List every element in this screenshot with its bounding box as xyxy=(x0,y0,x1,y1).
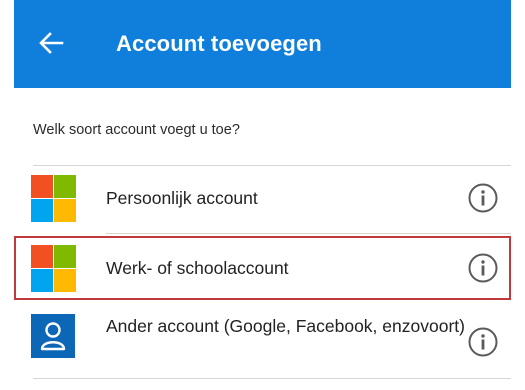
app-bar: Account toevoegen xyxy=(14,0,511,88)
account-type-prompt: Welk soort account voegt u toe? xyxy=(33,122,240,138)
divider xyxy=(33,378,511,379)
account-option-other[interactable]: Ander account (Google, Facebook, enzovoo… xyxy=(14,306,511,372)
microsoft-logo-icon xyxy=(31,245,76,292)
info-icon[interactable] xyxy=(467,252,499,284)
arrow-left-icon[interactable] xyxy=(36,28,66,58)
person-icon xyxy=(31,314,75,358)
account-option-label: Ander account (Google, Facebook, enzovoo… xyxy=(106,316,465,336)
account-option-personal[interactable]: Persoonlijk account xyxy=(14,166,511,230)
microsoft-logo-icon xyxy=(31,175,76,222)
info-icon[interactable] xyxy=(467,182,499,214)
add-account-screen: Account toevoegen Welk soort account voe… xyxy=(0,0,525,390)
page-title: Account toevoegen xyxy=(116,31,322,56)
divider xyxy=(106,233,511,234)
account-option-label: Werk- of schoolaccount xyxy=(106,258,289,278)
info-icon[interactable] xyxy=(467,326,499,358)
account-option-work-school[interactable]: Werk- of schoolaccount xyxy=(14,236,511,300)
account-option-label: Persoonlijk account xyxy=(106,188,258,208)
